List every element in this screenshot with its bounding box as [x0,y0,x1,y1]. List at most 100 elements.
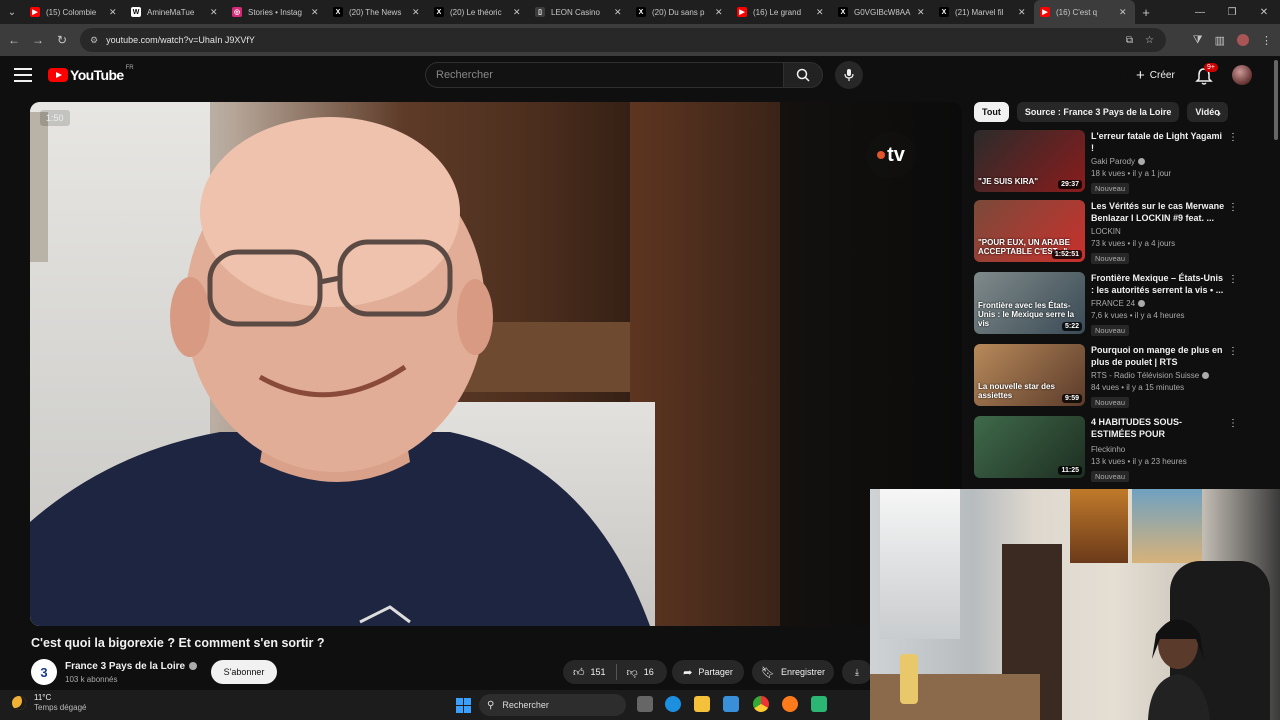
video-title[interactable]: 4 HABITUDES SOUS-ESTIMÉES POUR TRANSFORM… [1091,416,1226,442]
browser-tab[interactable]: X G0VGIBcW8AA ✕ [832,0,933,24]
close-window-icon[interactable]: ✕ [1248,0,1280,24]
weather-widget[interactable]: 11°C Temps dégagé [12,693,86,713]
voice-search-button[interactable] [835,61,863,89]
create-button[interactable]: + Créer [1126,63,1185,87]
video-thumbnail[interactable]: 11:25 [974,416,1085,478]
more-options-icon[interactable]: ⋮ [1228,346,1238,357]
close-tab-icon[interactable]: ✕ [816,7,826,18]
app-icon[interactable] [811,696,827,712]
dislike-button[interactable]: 👎︎ 16 [617,660,664,684]
recommended-video[interactable]: La nouvelle star des assiettes 9:59 Pourqu… [974,344,1238,410]
taskbar-search[interactable]: ⚲ Rechercher [479,694,626,716]
browser-tab[interactable]: X (20) The News ✕ [327,0,428,24]
video-thumbnail[interactable]: "POUR EUX, UN ARABE ACCEPTABLE C'EST..."… [974,200,1085,262]
recommended-video[interactable]: 11:25 4 HABITUDES SOUS-ESTIMÉES POUR TRAN… [974,416,1238,482]
reload-icon[interactable]: ↻ [50,33,74,47]
profile-icon[interactable] [1237,34,1249,46]
video-title[interactable]: Pourquoi on mange de plus en plus de pou… [1091,344,1226,368]
channel-name-container[interactable]: France 3 Pays de la Loire [65,661,198,672]
video-thumbnail[interactable]: Frontière avec les États-Unis : le Mexiq… [974,272,1085,334]
video-info: Frontière Mexique – États-Unis : les aut… [1091,272,1226,338]
browser-tab[interactable]: ▶ (15) Colombie ✕ [24,0,125,24]
browser-tab[interactable]: ▯ LEON Casino ✕ [529,0,630,24]
channel-name[interactable]: FRANCE 24 [1091,299,1135,308]
bookmark-star-icon[interactable]: ☆ [1145,35,1154,46]
firefox-icon[interactable] [782,696,798,712]
store-icon[interactable] [723,696,739,712]
browser-tab[interactable]: ◎ Stories • Instag ✕ [226,0,327,24]
close-tab-icon[interactable]: ✕ [1018,7,1028,18]
filter-chip[interactable]: Source : France 3 Pays de la Loire [1016,102,1180,122]
video-thumbnail[interactable]: La nouvelle star des assiettes 9:59 [974,344,1085,406]
site-info-icon[interactable]: ⚙ [90,35,98,46]
close-tab-icon[interactable]: ✕ [1119,7,1129,18]
menu-kebab-icon[interactable]: ⋮ [1261,34,1272,47]
more-options-icon[interactable]: ⋮ [1228,274,1238,285]
recommended-video[interactable]: "JE SUIS KIRA" 29:37 L'erreur fatale de Li… [974,130,1238,196]
save-button[interactable]: 🔖︎ Enregistrer [752,660,834,684]
browser-tab[interactable]: ▶ (16) Le grand ✕ [731,0,832,24]
filter-chip[interactable]: Tout [974,102,1009,122]
close-tab-icon[interactable]: ✕ [210,7,220,18]
scrollbar-thumb[interactable] [1274,60,1278,140]
close-tab-icon[interactable]: ✕ [109,7,119,18]
hamburger-menu-icon[interactable] [14,68,32,82]
forward-icon[interactable]: → [26,33,50,47]
url-field[interactable]: ⚙ youtube.com/watch?v=UhaIn J9XVfY ⧉ ☆ [80,28,1166,52]
video-title[interactable]: L'erreur fatale de Light Yagami ! [1091,130,1226,154]
subscribe-button[interactable]: S'abonner [211,660,277,684]
browser-tab[interactable]: X (20) Le théoric ✕ [428,0,529,24]
edge-icon[interactable] [665,696,681,712]
share-button[interactable]: ➦ Partager [672,660,744,684]
video-title[interactable]: Frontière Mexique – États-Unis : les aut… [1091,272,1226,296]
task-view-icon[interactable] [637,696,653,712]
like-button[interactable]: 👍︎ 151 [563,660,616,684]
new-tab-button[interactable]: + [1135,5,1157,20]
x-icon: X [434,7,444,17]
back-icon[interactable]: ← [2,33,26,47]
video-thumbnail[interactable]: "JE SUIS KIRA" 29:37 [974,130,1085,192]
channel-name[interactable]: LOCKIN [1091,227,1121,236]
sidebar-icon[interactable]: ▥ [1215,34,1225,47]
close-tab-icon[interactable]: ✕ [917,7,927,18]
close-tab-icon[interactable]: ✕ [311,7,321,18]
more-options-icon[interactable]: ⋮ [1228,202,1238,213]
tab-search-icon[interactable]: ⌄ [0,0,24,24]
download-button[interactable]: ⤓ [842,660,872,684]
extensions-icon[interactable]: ⧩ [1193,34,1203,47]
channel-name[interactable]: Fleckinho [1091,445,1125,454]
chevron-right-icon[interactable]: › [1217,106,1221,120]
close-tab-icon[interactable]: ✕ [513,7,523,18]
window-controls: — ❐ ✕ [1184,0,1280,24]
filter-chip[interactable]: Vidéo [1187,102,1228,122]
windows-taskbar: 11°C Temps dégagé ⚲ Rechercher [0,690,870,720]
search-button[interactable] [783,62,823,88]
close-tab-icon[interactable]: ✕ [412,7,422,18]
browser-tab[interactable]: W AmineMaTue ✕ [125,0,226,24]
x-icon: X [939,7,949,17]
youtube-logo[interactable]: YouTube FR [48,65,134,83]
search-input[interactable]: Rechercher [425,62,783,88]
windows-start-icon[interactable] [456,698,471,713]
close-tab-icon[interactable]: ✕ [614,7,624,18]
video-player[interactable]: 1:50 tv [30,102,962,626]
browser-tab[interactable]: ▶ (16) C'est q ✕ [1034,0,1135,24]
account-avatar[interactable] [1232,65,1252,85]
channel-avatar[interactable]: 3 [31,659,57,685]
recommended-video[interactable]: Frontière avec les États-Unis : le Mexiq… [974,272,1238,338]
more-options-icon[interactable]: ⋮ [1228,418,1238,429]
video-title[interactable]: Les Vérités sur le cas Merwane Benlazar … [1091,200,1226,224]
browser-tab[interactable]: X (21) Marvel fil ✕ [933,0,1034,24]
recommended-video[interactable]: "POUR EUX, UN ARABE ACCEPTABLE C'EST..."… [974,200,1238,266]
channel-name[interactable]: Gaki Parody [1091,157,1135,166]
more-options-icon[interactable]: ⋮ [1228,132,1238,143]
browser-tab[interactable]: X (20) Du sans p ✕ [630,0,731,24]
chrome-icon[interactable] [753,696,769,712]
restore-icon[interactable]: ❐ [1216,0,1248,24]
channel-name[interactable]: France 3 Pays de la Loire [65,661,185,672]
file-explorer-icon[interactable] [694,696,710,712]
install-app-icon[interactable]: ⧉ [1126,35,1133,46]
close-tab-icon[interactable]: ✕ [715,7,725,18]
channel-name[interactable]: RTS - Radio Télévision Suisse [1091,371,1199,380]
minimize-icon[interactable]: — [1184,0,1216,24]
